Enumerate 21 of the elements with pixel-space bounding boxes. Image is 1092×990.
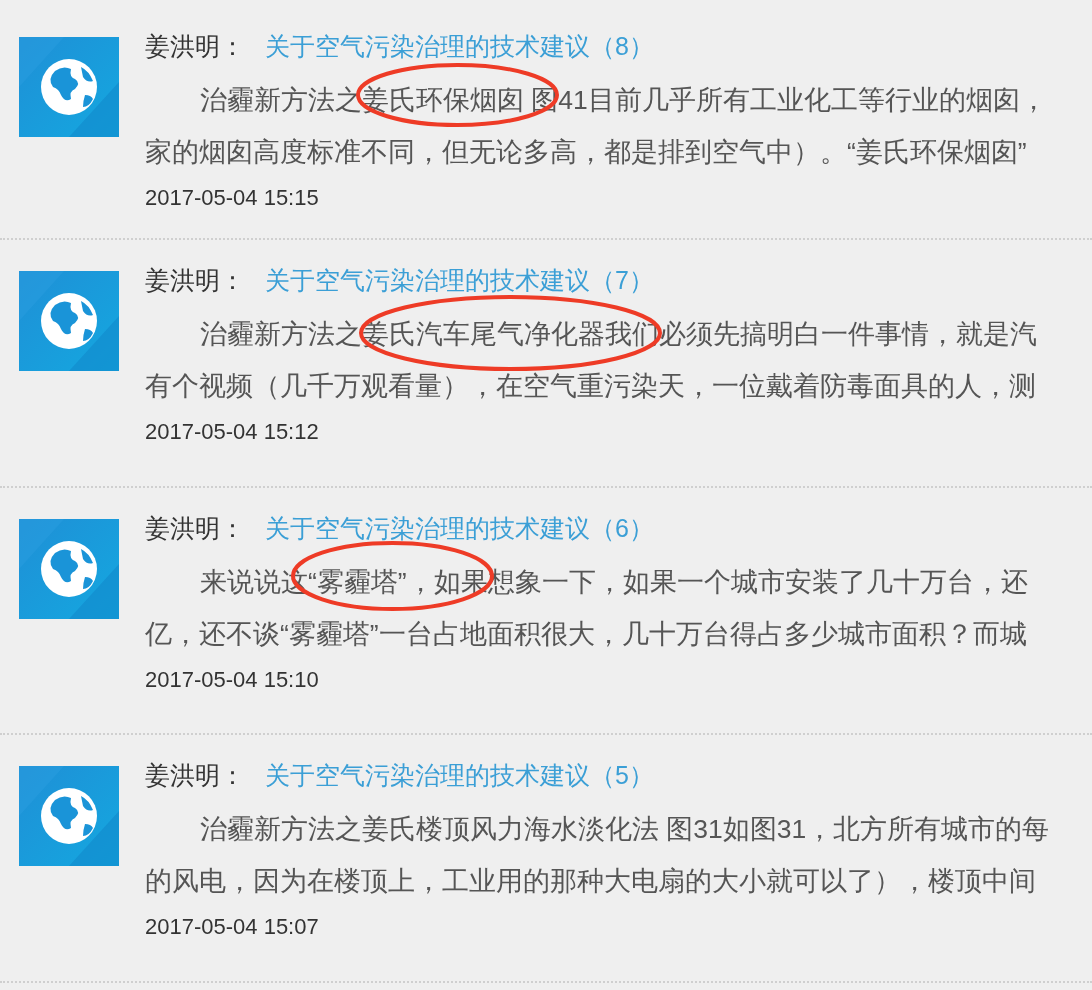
author-name: 姜洪明： xyxy=(145,760,245,791)
globe-avatar-icon xyxy=(19,37,119,137)
author-name: 姜洪明： xyxy=(145,265,245,296)
post-excerpt-line: 的风电，因为在楼顶上，工业用的那种大电扇的大小就可以了），楼顶中间 xyxy=(145,865,1036,898)
author-name: 姜洪明： xyxy=(145,31,245,62)
post-timestamp: 2017-05-04 15:12 xyxy=(145,419,319,444)
globe-avatar-icon xyxy=(19,271,119,371)
author-name: 姜洪明： xyxy=(145,512,245,544)
post-timestamp: 2017-05-04 15:10 xyxy=(145,666,319,692)
post-title-link[interactable]: 关于空气污染治理的技术建议（6） xyxy=(265,507,654,548)
post-title-link[interactable]: 关于空气污染治理的技术建议（5） xyxy=(265,755,654,795)
globe-avatar-icon xyxy=(19,518,119,619)
globe-avatar-icon xyxy=(19,766,119,866)
post-title-link[interactable]: 关于空气污染治理的技术建议（7） xyxy=(265,260,654,300)
post-excerpt-line: 亿，还不谈“雾霾塔”一台占地面积很大，几十万台得占多少城市面积？而城 xyxy=(145,617,1027,651)
post-excerpt-line: 治霾新方法之姜氏楼顶风力海水淡化法 图31如图31，北方所有城市的每 xyxy=(200,813,1050,846)
post-title-link[interactable]: 关于空气污染治理的技术建议（8） xyxy=(265,26,654,66)
post-timestamp: 2017-05-04 15:15 xyxy=(145,185,319,210)
post-timestamp: 2017-05-04 15:07 xyxy=(145,914,319,939)
post-excerpt-line: 家的烟囱高度标准不同，但无论多高，都是排到空气中）。“姜氏环保烟囱” xyxy=(145,136,1027,169)
post-excerpt-line: 有个视频（几千万观看量），在空气重污染天，一位戴着防毒面具的人，测 xyxy=(145,370,1036,403)
